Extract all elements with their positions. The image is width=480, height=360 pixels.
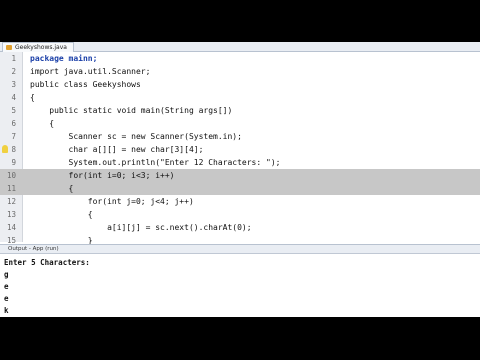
code-line[interactable]: 3 public class Geekyshows — [0, 78, 480, 91]
code-text: a[i][j] = sc.next().charAt(0); — [30, 223, 252, 232]
line-number: 2 — [11, 67, 16, 76]
code-line[interactable]: 9 System.out.println("Enter 12 Character… — [0, 156, 480, 169]
line-number: 3 — [11, 80, 16, 89]
code-line[interactable]: 13 { — [0, 208, 480, 221]
code-text: package mainn; — [30, 54, 98, 63]
output-line: Enter 5 Characters: — [4, 258, 90, 267]
output-line: e — [4, 294, 9, 303]
line-number: 5 — [11, 106, 16, 115]
editor-tab-bar: Geekyshows.java — [0, 42, 480, 52]
line-number: 4 — [11, 93, 16, 102]
code-line-selected[interactable]: 10 for(int i=0; i<3; i++) — [0, 169, 480, 182]
output-line: g — [4, 270, 9, 279]
code-line[interactable]: 4 { — [0, 91, 480, 104]
code-line[interactable]: 12 for(int j=0; j<4; j++) — [0, 195, 480, 208]
code-line[interactable]: 7 Scanner sc = new Scanner(System.in); — [0, 130, 480, 143]
tab-geekyshows-java[interactable]: Geekyshows.java — [2, 42, 74, 52]
code-text: for(int i=0; i<3; i++) — [30, 171, 175, 180]
line-number: 13 — [6, 210, 16, 219]
code-text: { — [30, 184, 74, 193]
code-text: { — [30, 93, 35, 102]
code-text: System.out.println("Enter 12 Characters:… — [30, 158, 281, 167]
code-text: for(int j=0; j<4; j++) — [30, 197, 194, 206]
code-line[interactable]: 1 package mainn; — [0, 52, 480, 65]
code-text: public static void main(String args[]) — [30, 106, 233, 115]
line-number: 7 — [11, 132, 16, 141]
code-line[interactable]: 2 import java.util.Scanner; — [0, 65, 480, 78]
line-number: 1 — [11, 54, 16, 63]
line-number: 14 — [6, 223, 16, 232]
java-file-icon — [6, 45, 12, 50]
code-line[interactable]: 5 public static void main(String args[]) — [0, 104, 480, 117]
code-editor[interactable]: 1 package mainn; 2 import java.util.Scan… — [0, 52, 480, 245]
code-text: { — [30, 119, 55, 128]
output-line: e — [4, 282, 9, 291]
line-number: 12 — [6, 197, 16, 206]
line-number: 11 — [6, 184, 16, 193]
code-line[interactable]: 8 char a[][] = new char[3][4]; — [0, 143, 480, 156]
code-text: char a[][] = new char[3][4]; — [30, 145, 204, 154]
line-number: 6 — [11, 119, 16, 128]
ide-window: Geekyshows.java 1 package mainn; 2 impor… — [0, 42, 480, 317]
code-text: import java.util.Scanner; — [30, 67, 151, 76]
tab-label: Geekyshows.java — [15, 44, 67, 51]
code-line[interactable]: 14 a[i][j] = sc.next().charAt(0); — [0, 221, 480, 234]
code-text: Scanner sc = new Scanner(System.in); — [30, 132, 242, 141]
code-line-selected[interactable]: 11 { — [0, 182, 480, 195]
line-number: 9 — [11, 158, 16, 167]
line-number: 8 — [11, 145, 16, 154]
code-line[interactable]: 6 { — [0, 117, 480, 130]
code-text: public class Geekyshows — [30, 80, 141, 89]
code-text: { — [30, 210, 93, 219]
output-line: k — [4, 306, 9, 315]
line-number: 10 — [6, 171, 16, 180]
output-panel-header[interactable]: Output - App (run) — [0, 245, 480, 254]
output-panel[interactable]: Output - App (run) Enter 5 Characters: g… — [0, 244, 480, 317]
